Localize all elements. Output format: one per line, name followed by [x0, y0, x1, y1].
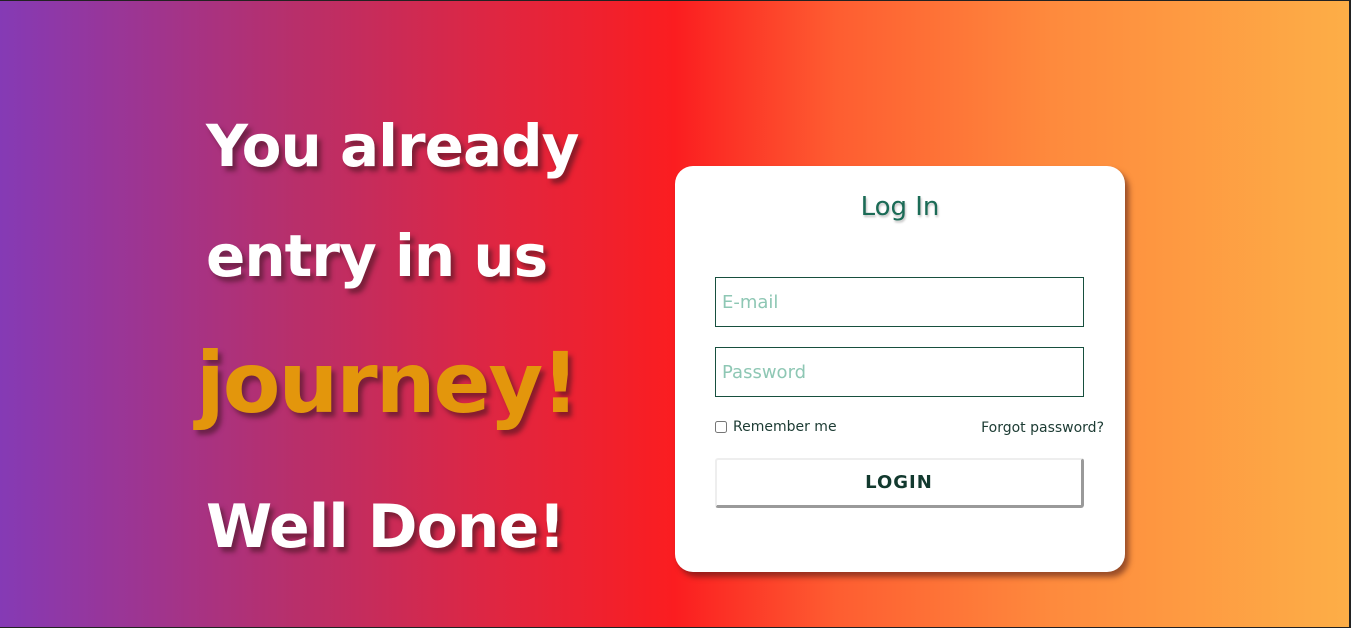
remember-me-label: Remember me [733, 419, 837, 435]
password-input[interactable] [715, 347, 1084, 397]
hero-line-2: entry in us [206, 222, 548, 290]
hero-line-4: Well Done! [206, 492, 566, 562]
remember-me[interactable]: Remember me [714, 419, 837, 435]
login-title: Log In [860, 192, 940, 222]
login-page: You already entry in us journey! Well Do… [0, 1, 1349, 627]
hero-line-1: You already [206, 112, 579, 180]
remember-me-checkbox[interactable] [715, 421, 727, 433]
forgot-password-link[interactable]: Forgot password? [981, 420, 1104, 436]
login-card: Log In Remember me Forgot password? LOGI… [675, 166, 1125, 572]
login-button[interactable]: LOGIN [715, 458, 1084, 508]
hero-highlight-word: journey! [196, 334, 580, 432]
email-input[interactable] [715, 277, 1084, 327]
